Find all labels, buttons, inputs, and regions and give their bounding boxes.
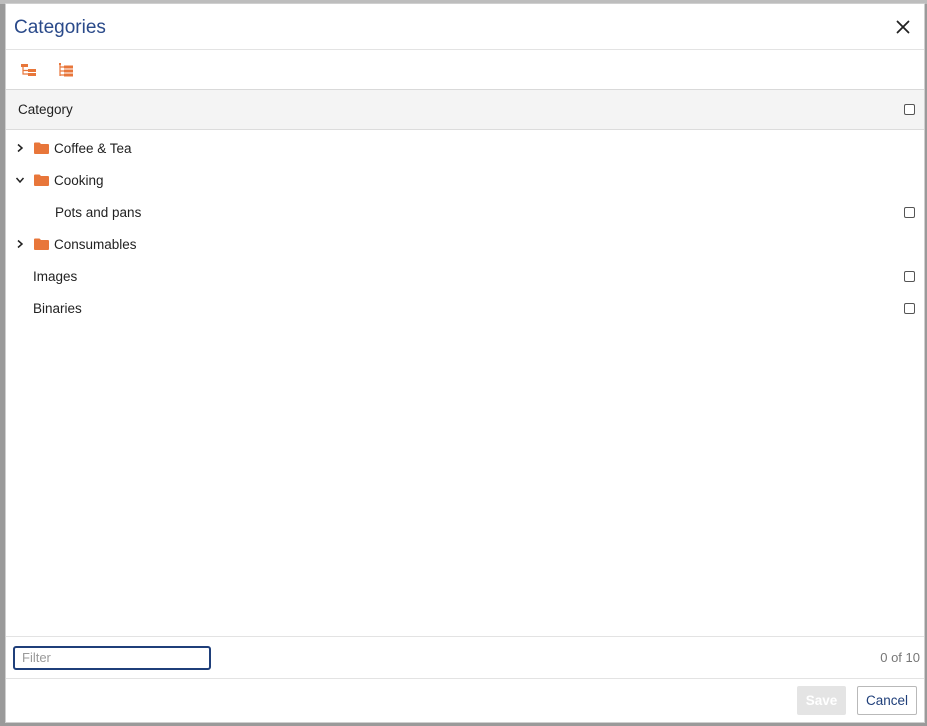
- filter-bar: 0 of 10: [6, 636, 924, 678]
- tree-row-consumables[interactable]: Consumables: [6, 228, 924, 260]
- binaries-checkbox[interactable]: [904, 302, 915, 314]
- tree-expand-icon: [59, 62, 73, 76]
- close-button[interactable]: [892, 16, 914, 38]
- chevron-down-icon[interactable]: [14, 174, 26, 186]
- tree-item-label: Binaries: [33, 300, 82, 316]
- toolbar: [6, 50, 924, 90]
- save-button[interactable]: Save: [797, 686, 846, 715]
- tree-item-label: Coffee & Tea: [54, 140, 132, 156]
- dialog-title: Categories: [14, 16, 106, 38]
- tree-row-pots-and-pans[interactable]: Pots and pans: [6, 196, 924, 228]
- selection-count: 0 of 10: [880, 650, 920, 665]
- category-tree: Coffee & Tea Cooking Pots and pans Consu…: [6, 130, 924, 636]
- tree-item-label: Cooking: [54, 172, 104, 188]
- tree-item-label: Pots and pans: [55, 204, 142, 220]
- folder-icon: [34, 174, 49, 186]
- tree-item-label: Consumables: [54, 236, 137, 252]
- tree-row-cooking[interactable]: Cooking: [6, 164, 924, 196]
- chevron-right-icon[interactable]: [14, 142, 26, 154]
- column-header: Category: [6, 90, 924, 130]
- select-all-checkbox[interactable]: [904, 104, 915, 115]
- images-checkbox[interactable]: [904, 270, 915, 282]
- dialog-actions: Save Cancel: [6, 678, 924, 722]
- tree-row-binaries[interactable]: Binaries: [6, 292, 924, 324]
- tree-item-label: Images: [33, 268, 78, 284]
- folder-icon: [34, 238, 49, 250]
- tree-row-images[interactable]: Images: [6, 260, 924, 292]
- chevron-right-icon[interactable]: [14, 238, 26, 250]
- tree-row-coffee-tea[interactable]: Coffee & Tea: [6, 132, 924, 164]
- filter-input[interactable]: [13, 645, 211, 670]
- column-header-label: Category: [18, 102, 73, 117]
- collapse-all-button[interactable]: [18, 59, 40, 81]
- expand-all-button[interactable]: [56, 59, 78, 81]
- cancel-button[interactable]: Cancel: [857, 686, 917, 715]
- dialog-header: Categories: [6, 4, 924, 50]
- folder-icon: [34, 142, 49, 154]
- tree-collapse-icon: [21, 63, 36, 76]
- close-icon: [896, 20, 910, 33]
- pots-and-pans-checkbox[interactable]: [904, 206, 915, 218]
- categories-dialog: Categories Category Coffee & Tea Cooking…: [5, 3, 925, 723]
